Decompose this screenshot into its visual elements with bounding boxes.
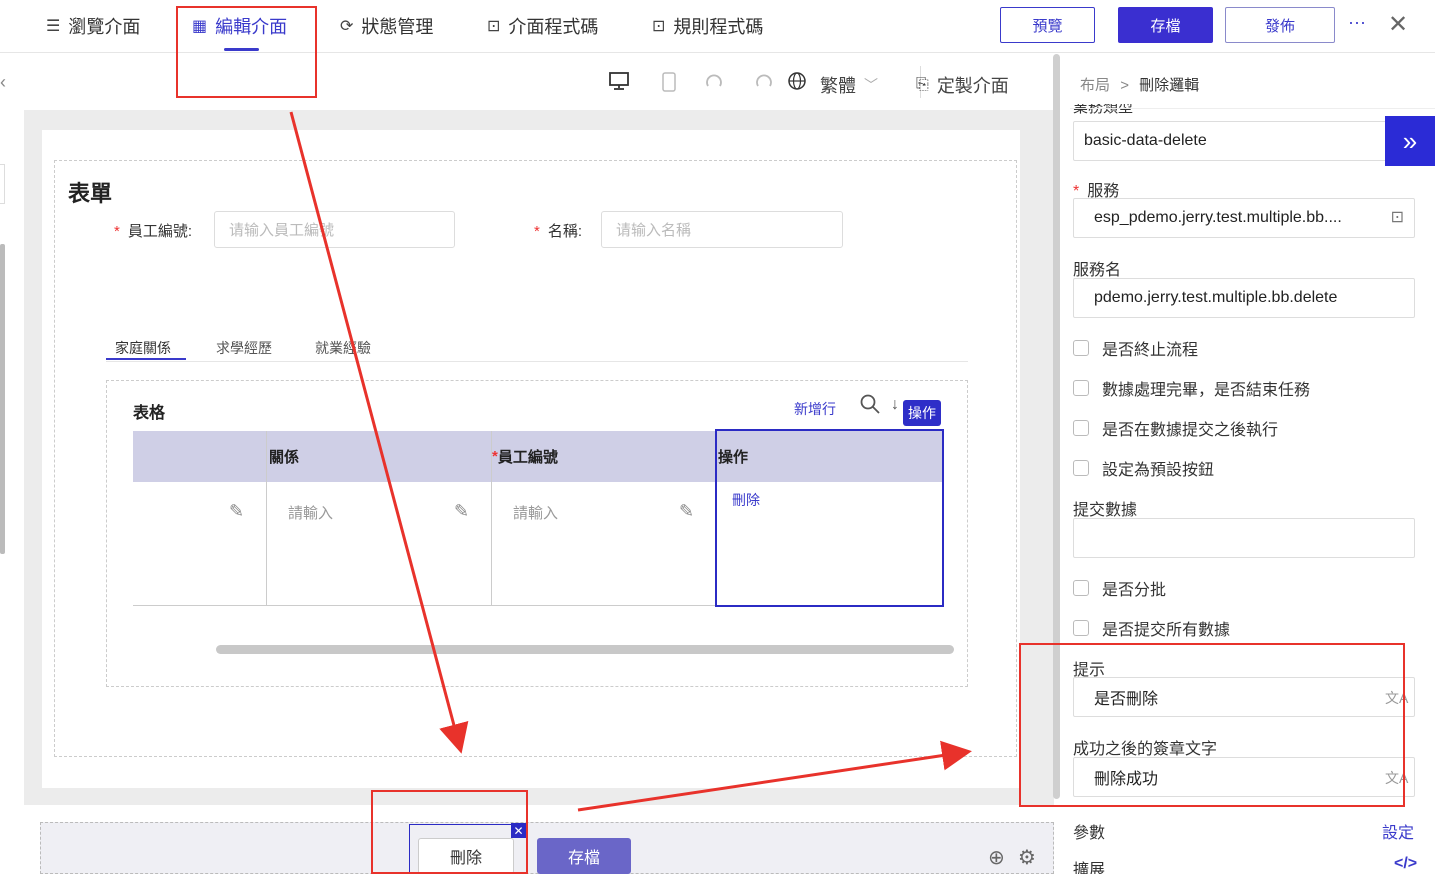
arrow-to-panel (577, 740, 972, 812)
arrow-to-canvas (289, 111, 469, 754)
annotation-arrows (289, 111, 972, 812)
